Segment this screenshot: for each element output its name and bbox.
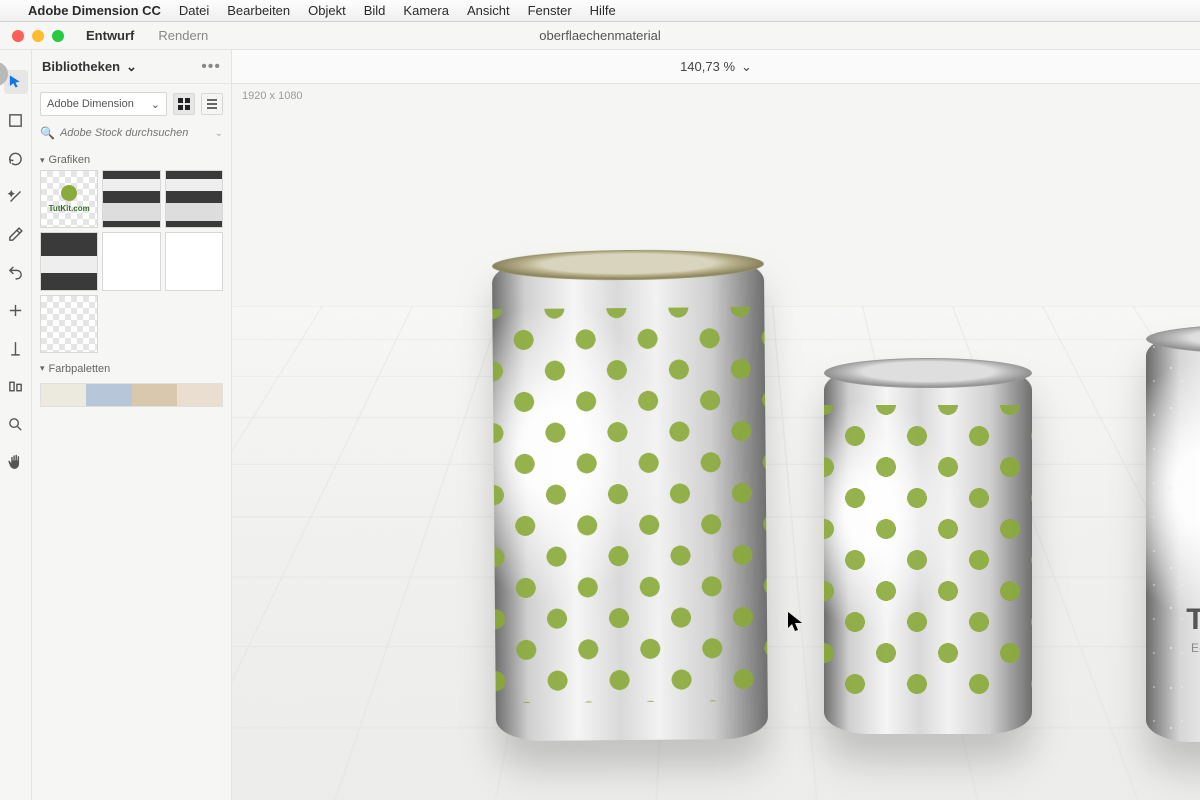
- chevron-down-icon: ⌄: [741, 59, 752, 75]
- libraries-dropdown[interactable]: Bibliotheken ⌄: [42, 59, 137, 75]
- menu-datei[interactable]: Datei: [179, 3, 209, 18]
- asset-thumb[interactable]: [102, 170, 160, 228]
- window-minimize-button[interactable]: [32, 30, 44, 42]
- zoom-value: 140,73 %: [680, 59, 735, 74]
- menu-objekt[interactable]: Objekt: [308, 3, 346, 18]
- library-select-value: Adobe Dimension: [47, 98, 134, 110]
- stock-search[interactable]: 🔍 ⌄: [40, 122, 223, 144]
- scene-object-can-large[interactable]: [492, 259, 768, 741]
- eyedropper-tool[interactable]: [4, 222, 28, 246]
- app-name[interactable]: Adobe Dimension CC: [28, 3, 161, 18]
- undo-tool[interactable]: [4, 260, 28, 284]
- asset-thumb[interactable]: [102, 232, 160, 290]
- align-tool[interactable]: [4, 374, 28, 398]
- tab-design[interactable]: Entwurf: [86, 28, 134, 43]
- chevron-down-icon: ⌄: [126, 59, 137, 75]
- cursor-icon: [788, 612, 802, 632]
- asset-thumb[interactable]: TutKit.com: [40, 170, 98, 228]
- libraries-title: Bibliotheken: [42, 59, 120, 74]
- menu-bild[interactable]: Bild: [364, 3, 386, 18]
- canvas-area: 140,73 % ⌄ 1920 x 1080 TutKit.com: [232, 50, 1200, 800]
- mode-switcher-bar: Entwurf Rendern oberflaechenmaterial: [0, 22, 1200, 50]
- area-select-tool[interactable]: [4, 108, 28, 132]
- chevron-down-icon: ⌄: [151, 98, 160, 111]
- search-icon: 🔍: [40, 126, 55, 140]
- asset-thumb[interactable]: [40, 295, 98, 353]
- chevron-down-icon: ⌄: [215, 128, 223, 139]
- zoom-tool[interactable]: [4, 412, 28, 436]
- scene-object-can-medium[interactable]: [824, 368, 1032, 734]
- magic-wand-tool[interactable]: [4, 184, 28, 208]
- asset-thumb[interactable]: [165, 170, 223, 228]
- grid-view-button[interactable]: [173, 93, 195, 115]
- library-select[interactable]: Adobe Dimension ⌄: [40, 92, 167, 116]
- hand-tool[interactable]: [4, 450, 28, 474]
- asset-thumb[interactable]: [40, 232, 98, 290]
- canvas-dimensions: 1920 x 1080: [242, 90, 303, 102]
- add-tool[interactable]: [4, 298, 28, 322]
- section-palettes-header[interactable]: Farbpaletten: [40, 363, 223, 375]
- menu-hilfe[interactable]: Hilfe: [590, 3, 616, 18]
- window-close-button[interactable]: [12, 30, 24, 42]
- menu-kamera[interactable]: Kamera: [403, 3, 449, 18]
- anchor-tool[interactable]: [4, 336, 28, 360]
- viewport[interactable]: 1920 x 1080 TutKit.com E-Learning & digi…: [232, 84, 1200, 800]
- menu-ansicht[interactable]: Ansicht: [467, 3, 510, 18]
- zoom-dropdown[interactable]: 140,73 % ⌄: [680, 59, 752, 75]
- list-view-button[interactable]: [201, 93, 223, 115]
- tool-strip: +: [0, 50, 32, 800]
- palette-swatches[interactable]: [40, 383, 223, 407]
- tab-render[interactable]: Rendern: [158, 28, 208, 43]
- graphics-grid: TutKit.com: [32, 170, 231, 353]
- section-graphics-header[interactable]: Grafiken: [40, 154, 223, 166]
- orbit-tool[interactable]: [4, 146, 28, 170]
- libraries-panel: Bibliotheken ⌄ ••• Adobe Dimension ⌄ 🔍 ⌄…: [32, 50, 232, 800]
- stock-search-input[interactable]: [60, 127, 210, 139]
- brand-subtext: E-Learning & digitale Assets: [1146, 641, 1200, 655]
- brand-text: TutKit.com: [1146, 603, 1200, 637]
- canvas-toolbar: 140,73 % ⌄: [232, 50, 1200, 84]
- menu-fenster[interactable]: Fenster: [528, 3, 572, 18]
- window-maximize-button[interactable]: [52, 30, 64, 42]
- window-controls: [0, 30, 64, 42]
- document-title: oberflaechenmaterial: [539, 28, 660, 43]
- scene-object-can-condensation[interactable]: TutKit.com E-Learning & digitale Assets: [1146, 334, 1200, 742]
- asset-thumb[interactable]: [165, 232, 223, 290]
- menu-bearbeiten[interactable]: Bearbeiten: [227, 3, 290, 18]
- panel-menu-button[interactable]: •••: [201, 58, 221, 76]
- mac-menubar: Adobe Dimension CC Datei Bearbeiten Obje…: [0, 0, 1200, 22]
